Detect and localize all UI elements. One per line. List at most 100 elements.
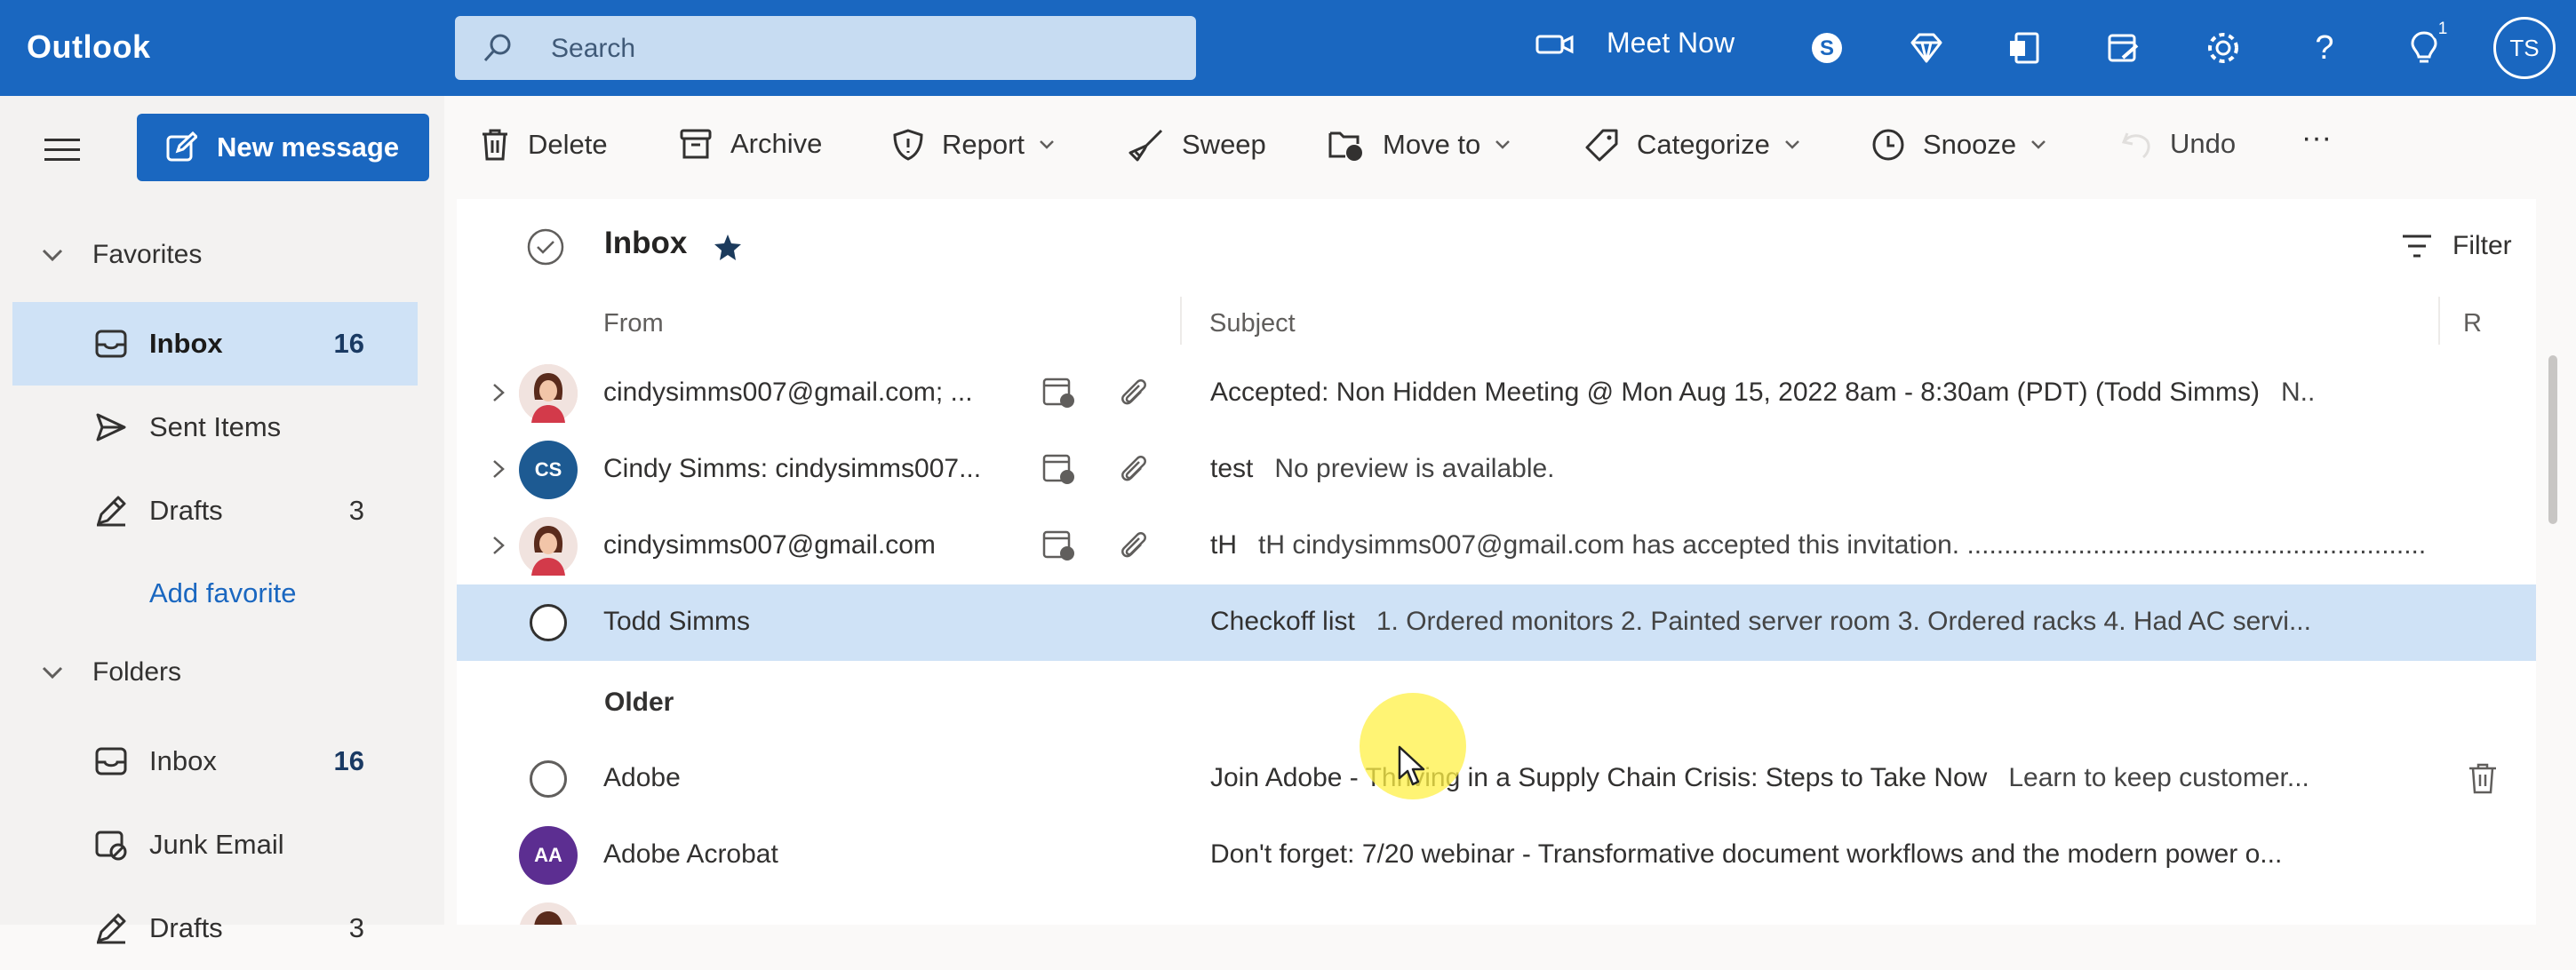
sweep-button[interactable]: Sweep (1127, 128, 1266, 162)
draft-count: 3 (348, 495, 364, 526)
app-title[interactable]: Outlook (27, 28, 150, 66)
folders-header[interactable]: Folders (39, 657, 181, 688)
favorite-inbox[interactable]: Inbox 16 (12, 302, 418, 386)
move-to-button[interactable]: Move to (1328, 128, 1528, 162)
favorite-drafts[interactable]: Drafts 3 (12, 469, 418, 553)
message-row[interactable]: AA Adobe Acrobat Don't forget: 7/20 webi… (457, 817, 2536, 894)
message-row[interactable]: cindysimms007@gmail.com tH tH cindysimms0… (457, 508, 2536, 584)
send-icon (96, 413, 126, 441)
draft-count: 3 (348, 912, 364, 943)
help-icon[interactable]: ? (2301, 25, 2348, 71)
chevron-down-icon (42, 666, 63, 680)
message-sender: Adobe (603, 763, 681, 792)
column-header-subject[interactable]: Subject (1209, 309, 1296, 338)
select-checkbox[interactable] (530, 760, 567, 798)
undo-label: Undo (2170, 128, 2237, 159)
message-sender: Adobe Acrobat (603, 839, 778, 869)
snooze-button[interactable]: Snooze (1871, 128, 2064, 162)
categorize-button[interactable]: Categorize (1585, 128, 1818, 162)
favorite-sent-items[interactable]: Sent Items (12, 386, 418, 469)
group-header-older[interactable]: Older (604, 688, 674, 718)
inbox-icon (95, 747, 127, 775)
meeting-invite-icon (1042, 454, 1074, 484)
subject-text: test (1210, 454, 1254, 483)
my-day-icon[interactable] (2101, 25, 2147, 71)
chevron-down-icon (42, 249, 63, 262)
move-to-label: Move to (1383, 129, 1481, 160)
star-favorite-icon[interactable] (713, 233, 743, 263)
column-header-from[interactable]: From (603, 309, 664, 338)
search-box[interactable]: Search (455, 16, 1196, 80)
categorize-label: Categorize (1637, 129, 1770, 160)
subject-text: tH (1210, 530, 1237, 560)
filter-button[interactable]: Filter (2401, 231, 2512, 261)
archive-button[interactable]: Archive (679, 128, 822, 160)
compose-icon (166, 131, 197, 162)
notification-badge: 1 (2431, 18, 2454, 41)
delete-label: Delete (528, 129, 608, 160)
unread-count: 16 (333, 745, 364, 776)
column-header-received[interactable]: R (2463, 309, 2482, 338)
premium-diamond-icon[interactable] (1903, 25, 1950, 71)
chevron-right-icon[interactable] (489, 382, 508, 403)
office-apps-icon[interactable] (2001, 25, 2047, 71)
meet-now-button[interactable]: Meet Now (1535, 27, 1735, 60)
preview-text: N.. (2281, 378, 2316, 407)
undo-button[interactable]: Undo (2120, 128, 2236, 160)
folder-junk-email[interactable]: Junk Email (12, 803, 418, 887)
search-input[interactable]: Search (551, 34, 635, 64)
search-icon (483, 34, 511, 62)
attachment-paperclip-icon (1121, 532, 1146, 558)
message-subject: tH tH cindysimms007@gmail.com has accepte… (1210, 530, 2552, 561)
select-all-checkbox-icon[interactable] (526, 227, 565, 266)
clock-icon (1872, 129, 1904, 161)
delete-button[interactable]: Delete (480, 128, 608, 162)
folder-drafts[interactable]: Drafts 3 (12, 887, 418, 970)
meeting-invite-icon (1042, 530, 1074, 561)
delete-message-trash-icon[interactable] (2465, 760, 2500, 796)
nav-label: Drafts (149, 912, 223, 943)
hamburger-menu-icon[interactable] (44, 139, 80, 165)
column-divider[interactable] (1180, 297, 1182, 345)
top-bar: Outlook Search Meet Now S ? 1 TS (0, 0, 2576, 96)
message-subject: test No preview is available. (1210, 454, 2552, 484)
message-subject: Accepted: Non Hidden Meeting @ Mon Aug 1… (1210, 378, 2552, 408)
message-row-partial[interactable] (457, 894, 2536, 925)
folder-title: Inbox (604, 226, 688, 260)
svg-text:S: S (1820, 36, 1834, 60)
message-row[interactable]: cindysimms007@gmail.com; ... Accepted: N… (457, 355, 2536, 432)
list-scrollbar[interactable] (2548, 355, 2557, 524)
subject-text: Accepted: Non Hidden Meeting @ Mon Aug 1… (1210, 378, 2261, 407)
nav-label: Drafts (149, 495, 223, 526)
favorites-header[interactable]: Favorites (39, 240, 202, 270)
pencil-icon (97, 913, 126, 944)
report-button[interactable]: Report (892, 128, 1073, 162)
add-favorite-link[interactable]: Add favorite (149, 577, 296, 609)
chevron-down-icon (1040, 140, 1054, 149)
chevron-right-icon[interactable] (489, 458, 508, 480)
nav-label: Sent Items (149, 411, 282, 442)
archive-icon (680, 129, 712, 159)
report-label: Report (942, 129, 1025, 160)
skype-icon[interactable]: S (1804, 25, 1850, 71)
tag-icon (1585, 129, 1618, 162)
trash-icon (483, 129, 507, 161)
user-avatar[interactable]: TS (2493, 17, 2556, 79)
message-row-selected[interactable]: Todd Simms Checkoff list 1. Ordered monit… (457, 584, 2536, 661)
mouse-pointer-icon (1398, 745, 1425, 786)
junk-icon (95, 831, 127, 861)
settings-gear-icon[interactable] (2200, 25, 2246, 71)
message-row[interactable]: Adobe Join Adobe - Thriving in a Supply … (457, 741, 2536, 817)
unread-count: 16 (333, 328, 364, 359)
select-checkbox[interactable] (530, 604, 567, 641)
nav-label: Inbox (149, 328, 223, 359)
message-row[interactable]: CS Cindy Simms: cindysimms007... test No … (457, 432, 2536, 508)
folder-inbox[interactable]: Inbox 16 (12, 720, 418, 803)
sweep-label: Sweep (1182, 129, 1266, 160)
chevron-right-icon[interactable] (489, 535, 508, 556)
new-message-button[interactable]: New message (137, 114, 429, 181)
shield-icon (893, 129, 923, 161)
more-actions-button[interactable]: ··· (2301, 121, 2332, 155)
column-divider[interactable] (2438, 297, 2440, 345)
sender-avatar (519, 517, 578, 576)
